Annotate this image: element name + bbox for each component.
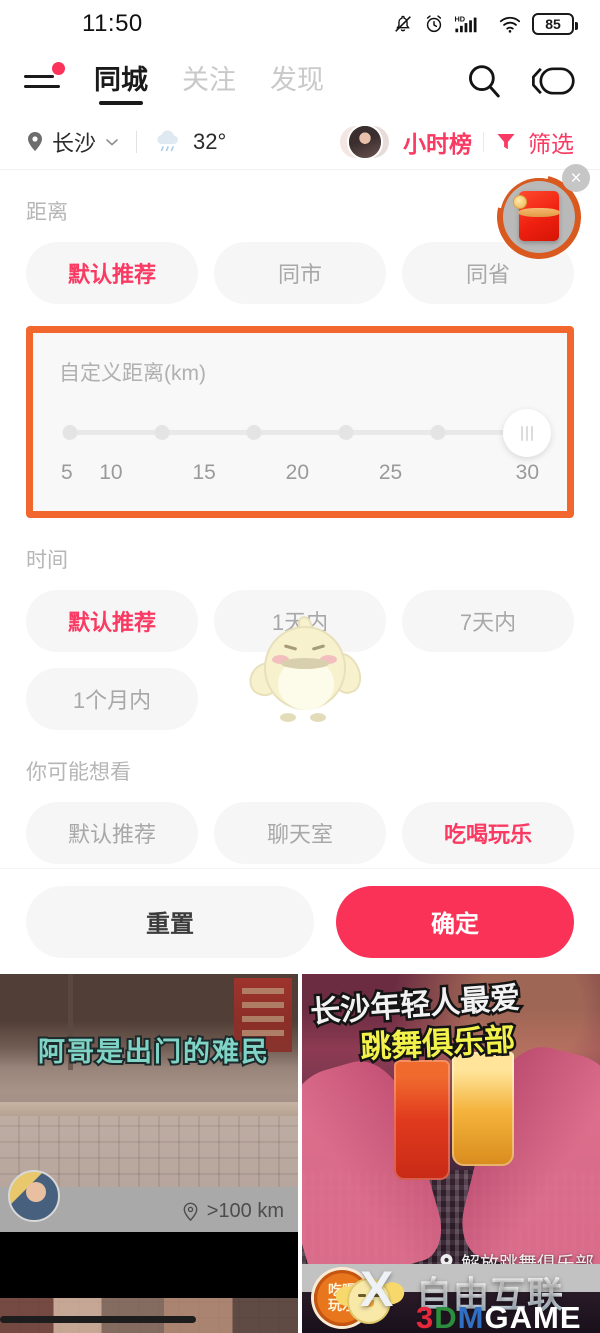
interest-option-chatroom[interactable]: 聊天室 [214,802,386,864]
distance-slider[interactable] [62,409,551,457]
alarm-icon [426,15,442,33]
distance-badge: >100 km [182,1200,284,1223]
video-feed: 阿哥是出门的难民 >100 km 长沙年轻人最爱 跳舞俱乐部 吃喝 玩乐 [0,974,600,1333]
close-icon[interactable]: × [562,164,590,192]
slider-tick-label: 20 [285,461,309,484]
distance-section-title: 距离 [26,201,68,224]
feed-card-right[interactable]: 长沙年轻人最爱 跳舞俱乐部 解放跳舞俱乐部 吃喝 玩乐 [302,974,600,1333]
live-video-icon[interactable] [530,64,576,98]
chevron-down-icon [106,138,118,146]
interests-options: 默认推荐 聊天室 吃喝玩乐 [26,802,574,864]
hot-list-avatars[interactable] [338,123,392,160]
custom-distance-label: 自定义距离(km) [59,362,206,385]
location-bar-actions: 小时榜 筛选 [338,123,574,160]
temperature: 32° [193,128,227,154]
video-caption-line2: 跳舞俱乐部 [357,1019,519,1067]
wifi-icon [499,16,521,33]
hd-signal-icon: HD [455,14,477,33]
coin-icon [513,195,527,209]
slider-tick-labels: 5 10 15 20 25 30 [59,461,541,485]
slider-tick-label: 15 [192,461,216,484]
distance-options: 默认推荐 同市 同省 [26,242,574,304]
time-section-title: 时间 [26,549,68,572]
divider [483,131,484,152]
time-options-row1: 默认推荐 1天内 7天内 [26,590,574,652]
avatar [347,123,383,160]
slider-track [65,430,535,435]
floating-red-packet[interactable]: × [500,164,590,256]
badge-line1: 吃喝 [328,1282,356,1299]
time-options-row2: 1个月内 [26,668,574,730]
interests-section-title: 你可能想看 [26,761,131,784]
tab-faxian[interactable]: 发现 [270,58,324,105]
status-icons: HD 85 [392,13,578,35]
filter-label[interactable]: 筛选 [528,125,574,159]
nav-tabs: 同城 关注 发现 [94,58,324,105]
custom-distance-highlight: 自定义距离(km) 5 10 15 20 25 30 [26,326,574,518]
distance-option-default[interactable]: 默认推荐 [26,242,198,304]
distance-value: >100 km [206,1200,284,1222]
distance-option-same-city[interactable]: 同市 [214,242,386,304]
confirm-button[interactable]: 确定 [336,885,574,958]
slider-tick-label: 25 [378,461,403,484]
battery-level: 85 [545,16,561,32]
background-curb [0,1102,298,1116]
home-indicator [0,1316,196,1323]
slider-tick-dot [154,425,170,440]
interest-option-default[interactable]: 默认推荐 [26,802,198,864]
divider [136,130,138,153]
slider-tick-label: 30 [515,461,539,484]
badge-line2: 玩乐 [328,1297,356,1313]
letterbox [0,1232,298,1298]
feed-card-left[interactable]: 阿哥是出门的难民 >100 km [0,974,298,1333]
time-option-1-month[interactable]: 1个月内 [26,668,198,730]
slider-tick-dot [246,425,262,440]
menu-badge-dot [52,62,65,75]
interest-option-food-fun[interactable]: 吃喝玩乐 [402,802,574,864]
drink-glass-right [452,1052,514,1166]
time-option-default[interactable]: 默认推荐 [26,590,198,652]
weather-widget[interactable]: 32° [153,129,226,155]
location-pin-icon [183,1202,198,1221]
slider-tick-dot [338,425,354,440]
filter-panel: 距离 默认推荐 同市 同省 自定义距离(km) 5 10 15 20 25 30… [0,170,600,894]
funnel-icon[interactable] [495,131,517,153]
bell-muted-icon [395,15,411,32]
drink-glass-left [394,1060,450,1180]
location-bar: 长沙 32° 小时榜 筛选 [0,114,600,170]
slider-tick-dot [62,425,78,440]
slider-tick-dot [430,425,446,440]
city-selector[interactable]: 长沙 [26,126,120,158]
tab-tongcheng[interactable]: 同城 [94,58,148,105]
battery-icon: 85 [532,13,578,35]
filter-action-bar: 重置 确定 [0,868,600,974]
custom-distance-card: 自定义距离(km) 5 10 15 20 25 30 [33,333,567,511]
phone-screen: 11:50 HD 85 同城 关注 发现 长沙 32° 小时榜 筛选 × 距离 … [0,0,600,1333]
location-pin-icon [28,131,42,151]
status-bar: 11:50 HD 85 [0,0,600,48]
nav-right-actions [464,61,576,101]
slider-tick-label: 5 [61,461,73,484]
status-time: 11:50 [82,10,143,37]
avatar[interactable] [8,1170,60,1222]
time-option-7-days[interactable]: 7天内 [402,590,574,652]
rain-cloud-icon [157,129,178,151]
top-nav: 同城 关注 发现 [0,48,600,114]
tab-guanzhu[interactable]: 关注 [182,58,236,105]
city-name: 长沙 [52,130,97,156]
hot-list-label[interactable]: 小时榜 [403,125,472,159]
slider-handle-icon[interactable] [503,409,551,457]
video-caption: 阿哥是出门的难民 [36,1035,270,1069]
category-badge[interactable]: 吃喝 玩乐 [314,1270,370,1326]
search-icon[interactable] [464,61,504,101]
reset-button[interactable]: 重置 [26,885,314,958]
slider-tick-label: 10 [99,461,123,484]
time-option-1-day[interactable]: 1天内 [214,590,386,652]
hamburger-menu-icon[interactable] [24,62,65,96]
svg-text:HD: HD [455,14,466,23]
